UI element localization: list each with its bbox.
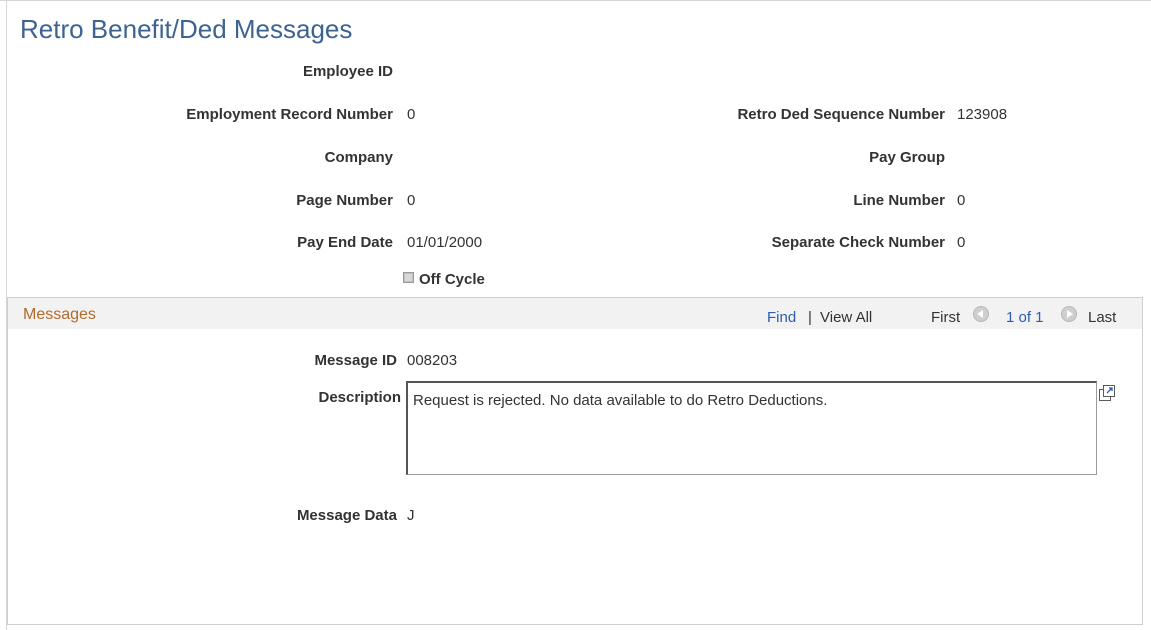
previous-row-icon[interactable]: [973, 306, 989, 322]
message-id-value: 008203: [407, 352, 458, 369]
messages-grid-title: Messages: [23, 306, 96, 323]
messages-grid-header: [8, 298, 1142, 329]
view-all-link[interactable]: View All: [820, 309, 872, 326]
description-textarea[interactable]: Request is rejected. No data available t…: [406, 381, 1097, 475]
message-id-label: Message ID: [314, 352, 397, 369]
expand-textarea-icon[interactable]: [1098, 384, 1116, 402]
off-cycle-label: Off Cycle: [419, 271, 485, 288]
row-position-text: 1 of 1: [1006, 309, 1044, 326]
retro-ded-sequence-number-label: Retro Ded Sequence Number: [737, 106, 945, 123]
separate-check-number-label: Separate Check Number: [771, 234, 945, 251]
pay-end-date-label: Pay End Date: [297, 234, 393, 251]
message-data-label: Message Data: [296, 507, 397, 524]
employment-record-number-value: 0: [407, 106, 416, 123]
line-number-label: Line Number: [853, 192, 945, 209]
first-label: First: [931, 309, 961, 326]
pay-group-label: Pay Group: [869, 149, 945, 166]
page-number-label: Page Number: [296, 192, 393, 209]
find-link[interactable]: Find: [767, 309, 796, 326]
employee-id-label: Employee ID: [302, 63, 393, 80]
last-label: Last: [1088, 309, 1117, 326]
off-cycle-checkbox[interactable]: [403, 272, 414, 283]
pay-end-date-value: 01/01/2000: [407, 234, 483, 251]
separate-check-number-value: 0: [957, 234, 966, 251]
nav-separator: |: [808, 309, 812, 326]
description-label: Description: [318, 389, 401, 406]
next-row-icon[interactable]: [1061, 306, 1077, 322]
message-data-value: J: [407, 507, 415, 524]
page-number-value: 0: [407, 192, 416, 209]
employment-record-number-label: Employment Record Number: [186, 106, 393, 123]
retro-ded-sequence-number-value: 123908: [957, 106, 1008, 123]
company-label: Company: [324, 149, 393, 166]
line-number-value: 0: [957, 192, 966, 209]
top-border: [0, 0, 1151, 1]
page-title: Retro Benefit/Ded Messages: [20, 14, 353, 44]
